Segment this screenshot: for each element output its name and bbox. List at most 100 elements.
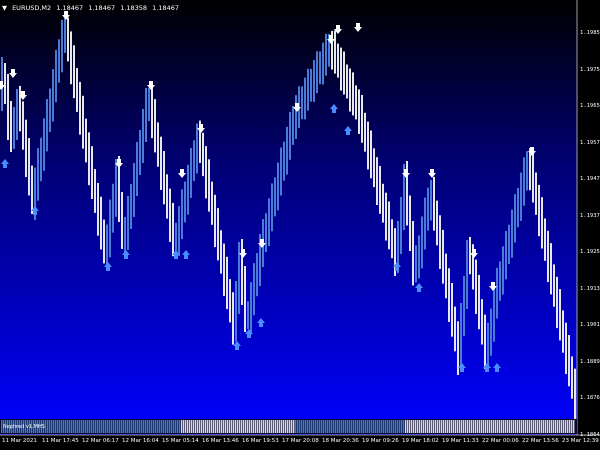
- time-tick-label: 23 Mar 12:39: [562, 438, 599, 444]
- bear-bar: [349, 68, 351, 112]
- indicator-bar: [427, 420, 429, 433]
- indicator-bar: [183, 420, 185, 433]
- indicator-bar: [391, 420, 393, 433]
- bull-bar: [178, 206, 180, 256]
- indicator-bar: [543, 420, 545, 433]
- price-tick-label: 1.19130: [580, 285, 600, 292]
- bear-bar: [469, 237, 471, 275]
- bull-bar: [247, 301, 249, 329]
- indicator-bar: [407, 420, 409, 433]
- indicator-bar: [415, 420, 417, 433]
- bull-bar: [184, 181, 186, 223]
- sell-arrow-icon: [197, 124, 205, 133]
- indicator-bar: [205, 420, 207, 433]
- buy-arrow-icon: [1, 159, 9, 168]
- indicator-bar: [47, 420, 49, 433]
- indicator-bar: [271, 420, 273, 433]
- buy-arrow-icon: [493, 363, 501, 372]
- indicator-bar: [451, 420, 453, 433]
- bull-bar: [145, 88, 147, 142]
- buy-arrow-icon: [458, 363, 466, 372]
- bull-bar: [517, 187, 519, 228]
- indicator-bar: [489, 420, 491, 433]
- collapse-triangle-icon[interactable]: ▼: [2, 4, 7, 12]
- chart-window[interactable]: ▼ EURUSD,M2 1.18467 1.18467 1.18358 1.18…: [0, 0, 600, 450]
- bear-bar: [571, 356, 573, 399]
- indicator-bar: [303, 420, 305, 433]
- bull-bar: [400, 197, 402, 254]
- bear-bar: [73, 45, 75, 99]
- indicator-bar: [511, 420, 513, 433]
- indicator-bar: [445, 420, 447, 433]
- indicator-bar: [387, 420, 389, 433]
- bear-bar: [88, 132, 90, 186]
- indicator-bar: [365, 420, 367, 433]
- indicator-bar: [533, 420, 535, 433]
- indicator-bar: [561, 420, 563, 433]
- bear-bar: [343, 51, 345, 95]
- indicator-bar: [361, 420, 363, 433]
- indicator-bar: [255, 420, 257, 433]
- bull-bar: [514, 194, 516, 243]
- indicator-bar: [163, 420, 165, 433]
- bear-bar: [454, 306, 456, 352]
- indicator-bar: [401, 420, 403, 433]
- indicator-bar: [71, 420, 73, 433]
- indicator-bar: [565, 420, 567, 433]
- bull-bar: [130, 184, 132, 229]
- bear-bar: [217, 208, 219, 261]
- bear-bar: [370, 130, 372, 179]
- indicator-bar: [389, 420, 391, 433]
- bear-bar: [433, 176, 435, 231]
- indicator-bar: [83, 420, 85, 433]
- bull-bar: [325, 33, 327, 76]
- bear-bar: [22, 101, 24, 150]
- bear-bar: [70, 31, 72, 85]
- bear-bar: [565, 322, 567, 374]
- indicator-bar: [241, 420, 243, 433]
- bear-bar: [376, 157, 378, 205]
- bull-bar: [250, 282, 252, 335]
- bear-bar: [448, 268, 450, 322]
- indicator-bar: [485, 420, 487, 433]
- indicator-bar: [133, 420, 135, 433]
- indicator-bar: [101, 420, 103, 433]
- bear-bar: [82, 95, 84, 149]
- indicator-bar: [501, 420, 503, 433]
- bull-bar: [58, 39, 60, 83]
- indicator-bar: [149, 420, 151, 433]
- indicator-bar: [437, 420, 439, 433]
- indicator-bar: [73, 420, 75, 433]
- indicator-bar: [295, 420, 297, 433]
- bull-bar: [421, 216, 423, 269]
- price-chart[interactable]: [0, 0, 600, 450]
- indicator-bar: [317, 420, 319, 433]
- indicator-bar: [179, 420, 181, 433]
- bear-bar: [337, 43, 339, 78]
- bear-bar: [202, 132, 204, 177]
- bear-bar: [220, 230, 222, 274]
- bear-bar: [31, 165, 33, 214]
- time-tick-label: 22 Mar 00:06: [482, 438, 519, 444]
- indicator-bar: [231, 420, 233, 433]
- indicator-bar: [435, 420, 437, 433]
- bull-bar: [175, 222, 177, 254]
- indicator-bar: [521, 420, 523, 433]
- indicator-bar: [429, 420, 431, 433]
- indicator-bar: [423, 420, 425, 433]
- indicator-bar: [141, 420, 143, 433]
- indicator-bar: [155, 420, 157, 433]
- indicator-bar: [569, 420, 571, 433]
- bull-bar: [40, 137, 42, 182]
- indicator-bar: [199, 420, 201, 433]
- bull-bar: [139, 130, 141, 175]
- bear-bar: [25, 119, 27, 178]
- bull-bar: [523, 157, 525, 206]
- bull-bar: [286, 126, 288, 175]
- indicator-bar: [147, 420, 149, 433]
- indicator-bar: [65, 420, 67, 433]
- indicator-bar: [319, 420, 321, 433]
- bear-bar: [547, 230, 549, 283]
- indicator-bar: [413, 420, 415, 433]
- bull-bar: [283, 141, 285, 181]
